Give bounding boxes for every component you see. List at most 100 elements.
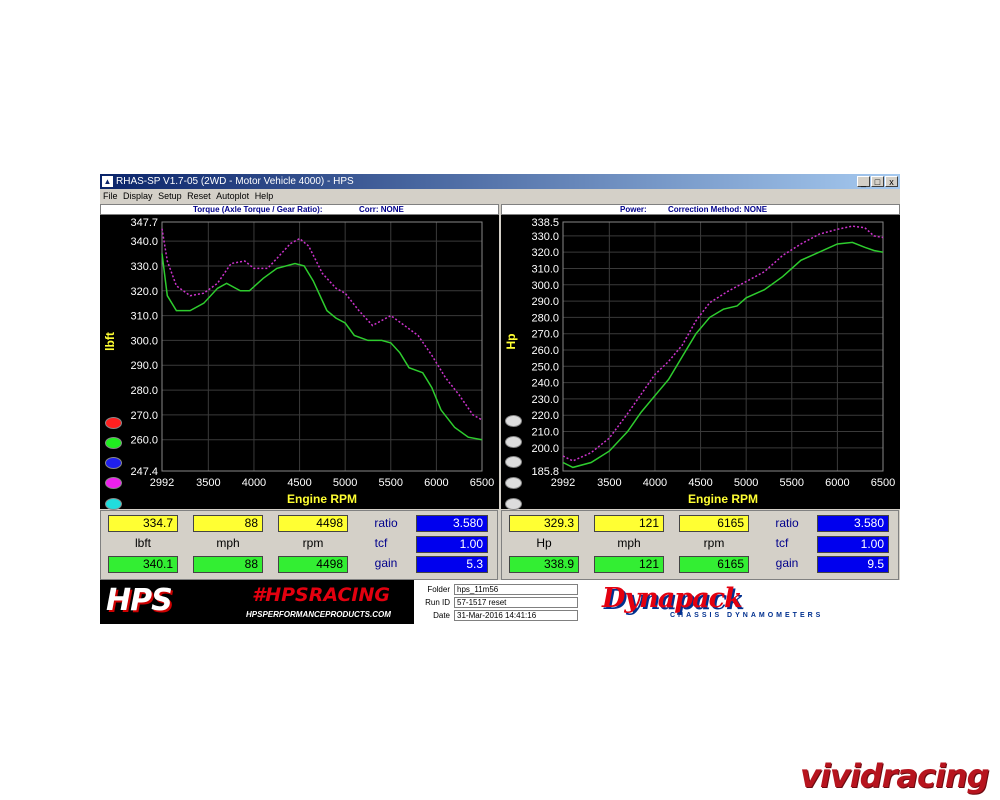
- mph-unit-label: mph: [216, 536, 240, 550]
- minimize-button[interactable]: _: [857, 176, 870, 187]
- mph-value-peak: 121: [594, 556, 664, 573]
- power-series-line-2: [562, 225, 884, 462]
- legend-bulb-magenta[interactable]: [105, 477, 122, 489]
- run-id-field[interactable]: 57-1517 reset: [454, 597, 578, 608]
- power-plot-panel: 2992 3500 4000 4500 5000 5500 6000 6500 185.8 200…: [501, 215, 900, 510]
- menu-setup[interactable]: Setup: [158, 189, 182, 203]
- power-x-tick-label: 2992: [551, 477, 575, 489]
- gain-label: gain: [374, 556, 398, 570]
- torque-y-tick-label: 280.0: [130, 385, 158, 397]
- torque-y-tick-label: 270.0: [130, 410, 158, 422]
- menu-bar: File Display Setup Reset Autoplot Help: [100, 189, 900, 203]
- legend-bulb-4[interactable]: [505, 477, 522, 489]
- torque-plot-panel: 2992 3500 4000 4500 5000 5500 6000 6500 247.4 260…: [100, 215, 499, 510]
- legend-bulb-1[interactable]: [505, 415, 522, 427]
- date-field[interactable]: 31-Mar-2016 14:41:16: [454, 610, 578, 621]
- legend-bulb-3[interactable]: [505, 456, 522, 468]
- torque-x-tick-label: 6500: [470, 477, 494, 489]
- run-info: Folder hps_11m56 Run ID 57-1517 reset Da…: [416, 582, 578, 622]
- torque-value-current: 334.7: [108, 515, 178, 532]
- dynapack-banner: Dynapack CHASSIS DYNAMOMETERS: [580, 580, 900, 624]
- power-y-tick-label: 310.0: [531, 263, 559, 275]
- run-id-label: Run ID: [425, 598, 450, 607]
- power-y-tick-label: 270.0: [531, 329, 559, 341]
- power-y-tick-label: 210.0: [531, 427, 559, 439]
- footer-banner: HPS #HPSRACING HPSPERFORMANCEPRODUCTS.CO…: [100, 580, 900, 624]
- power-y-tick-label: 220.0: [531, 410, 559, 422]
- mph-value-current: 88: [193, 515, 263, 532]
- torque-y-tick-label: 290.0: [130, 360, 158, 372]
- legend-bulb-2[interactable]: [505, 436, 522, 448]
- power-header-title: Power:: [620, 205, 647, 214]
- menu-display[interactable]: Display: [123, 189, 153, 203]
- gain-value[interactable]: 9.5: [817, 556, 889, 573]
- torque-x-tick-label: 5500: [379, 477, 403, 489]
- rpm-value-current: 6165: [679, 515, 749, 532]
- torque-chart: 2992 3500 4000 4500 5000 5500 6000 6500 247.4 260…: [103, 217, 494, 506]
- power-x-tick-label: 6000: [825, 477, 849, 489]
- menu-autoplot[interactable]: Autoplot: [216, 189, 249, 203]
- tcf-value[interactable]: 1.00: [416, 536, 488, 553]
- torque-y-tick-label: 247.4: [130, 466, 158, 478]
- legend-bulb-green[interactable]: [105, 437, 122, 449]
- gain-value[interactable]: 5.3: [416, 556, 488, 573]
- torque-y-tick-label: 310.0: [130, 311, 158, 323]
- menu-reset[interactable]: Reset: [187, 189, 211, 203]
- torque-y-axis-label: lbft: [103, 332, 117, 351]
- power-y-tick-label: 250.0: [531, 361, 559, 373]
- power-x-tick-label: 6500: [871, 477, 895, 489]
- torque-x-tick-label: 5000: [333, 477, 357, 489]
- power-y-tick-label: 200.0: [531, 443, 559, 455]
- power-header-corr: Correction Method: NONE: [668, 205, 768, 214]
- legend-bulb-cyan[interactable]: [105, 498, 122, 510]
- torque-x-tick-label: 4500: [287, 477, 311, 489]
- legend-bulb-red[interactable]: [105, 417, 122, 429]
- legend-bulb-blue[interactable]: [105, 457, 122, 469]
- torque-plot-frame: [161, 221, 483, 472]
- dynapack-subtitle: CHASSIS DYNAMOMETERS: [670, 612, 824, 619]
- tcf-value[interactable]: 1.00: [817, 536, 889, 553]
- power-y-tick-label: 290.0: [531, 296, 559, 308]
- app-icon: ▲: [102, 176, 113, 187]
- ratio-value[interactable]: 3.580: [416, 515, 488, 532]
- title-bar[interactable]: ▲ RHAS-SP V1.7-05 (2WD - Motor Vehicle 4…: [100, 174, 900, 189]
- power-x-tick-label: 4500: [688, 477, 712, 489]
- tcf-label: tcf: [374, 536, 388, 550]
- hp-unit-label: Hp: [536, 536, 552, 550]
- power-x-tick-label: 5500: [780, 477, 804, 489]
- power-x-tick-label: 3500: [597, 477, 621, 489]
- torque-y-tick-label: 300.0: [130, 335, 158, 347]
- torque-readout-panel: 334.7 88 4498 lbft mph rpm 340.1 88 4498…: [100, 510, 498, 580]
- power-y-tick-label: 260.0: [531, 345, 559, 357]
- torque-value-peak: 340.1: [108, 556, 178, 573]
- power-header: Power: Correction Method: NONE: [501, 204, 900, 215]
- folder-label: Folder: [427, 585, 450, 594]
- torque-y-tick-label: 340.0: [130, 236, 158, 248]
- menu-help[interactable]: Help: [255, 189, 274, 203]
- power-chart: 2992 3500 4000 4500 5000 5500 6000 6500 185.8 200…: [504, 217, 895, 506]
- mph-unit-label: mph: [617, 536, 641, 550]
- close-button[interactable]: x: [885, 176, 898, 187]
- torque-y-tick-label: 320.0: [130, 286, 158, 298]
- torque-y-tick-label: 347.7: [130, 217, 158, 229]
- torque-header-title: Torque (Axle Torque / Gear Ratio):: [193, 205, 323, 214]
- folder-field[interactable]: hps_11m56: [454, 584, 578, 595]
- window-title: RHAS-SP V1.7-05 (2WD - Motor Vehicle 400…: [116, 176, 354, 187]
- torque-header-corr: Corr: NONE: [359, 205, 404, 214]
- power-x-tick-label: 4000: [643, 477, 667, 489]
- ratio-label: ratio: [775, 516, 799, 530]
- ratio-value[interactable]: 3.580: [817, 515, 889, 532]
- tcf-label: tcf: [775, 536, 789, 550]
- power-series-line-1: [562, 241, 884, 469]
- torque-y-tick-label: 330.0: [130, 261, 158, 273]
- rpm-unit-label: rpm: [703, 536, 725, 550]
- menu-file[interactable]: File: [103, 189, 118, 203]
- vividracing-watermark: vividracing: [800, 757, 990, 795]
- ratio-label: ratio: [374, 516, 398, 530]
- torque-series-line-1: [161, 253, 483, 441]
- power-y-tick-label: 240.0: [531, 378, 559, 390]
- maximize-button[interactable]: □: [871, 176, 884, 187]
- power-y-tick-label: 230.0: [531, 394, 559, 406]
- power-plot-frame: [562, 221, 884, 472]
- legend-bulb-5[interactable]: [505, 498, 522, 510]
